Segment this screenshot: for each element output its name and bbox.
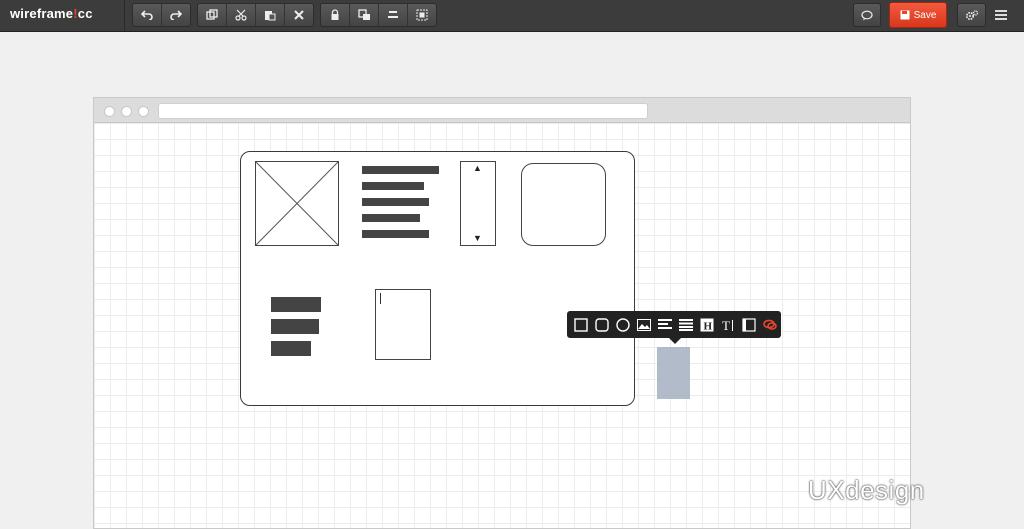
browser-window-icon [742, 317, 756, 332]
comments-button[interactable] [853, 3, 881, 27]
undo-icon [141, 10, 153, 20]
comment-bubble-stencil[interactable] [762, 317, 778, 333]
align-icon [388, 11, 398, 18]
duplicate-icon [206, 9, 218, 20]
browser-window-stencil[interactable] [741, 317, 757, 333]
paste-button[interactable] [256, 4, 285, 26]
watermark-text: UXdesign [808, 475, 925, 505]
rounded-rectangle-stencil[interactable] [594, 317, 610, 333]
settings-button[interactable] [957, 3, 986, 27]
heading-icon: H [700, 318, 714, 332]
comment-icon [861, 10, 873, 20]
save-label: Save [913, 9, 937, 21]
redo-icon [170, 10, 182, 20]
heading-stencil[interactable]: H [699, 317, 715, 333]
arrange-button[interactable] [350, 4, 379, 26]
text-icon: T [722, 318, 733, 332]
save-button[interactable]: Save [889, 2, 947, 28]
group-icon [416, 9, 428, 21]
text-area-element[interactable] [375, 289, 431, 360]
top-toolbar: wireframe!cc Save [0, 0, 1024, 32]
popup-pointer [669, 338, 681, 344]
redo-button[interactable] [162, 4, 190, 26]
cut-icon [235, 9, 247, 21]
rounded-rectangle-icon [595, 317, 609, 332]
arrange-button-group [320, 3, 437, 27]
svg-text:T: T [722, 318, 730, 332]
list-stencil[interactable] [678, 317, 694, 333]
image-placeholder-icon [255, 161, 339, 246]
window-dot-icon [138, 106, 149, 117]
gears-icon [965, 9, 978, 20]
text-stencil[interactable]: T [720, 317, 736, 333]
list-icon [679, 318, 693, 331]
history-button-group [132, 3, 191, 27]
duplicate-button[interactable] [198, 4, 227, 26]
cut-button[interactable] [227, 4, 256, 26]
lock-button[interactable] [321, 4, 350, 26]
circle-icon [616, 317, 630, 332]
delete-button[interactable] [285, 4, 313, 26]
address-bar[interactable] [158, 103, 648, 119]
scrollbar-element[interactable]: ▲ ▼ [460, 161, 496, 246]
window-dot-icon [104, 106, 115, 117]
circle-stencil[interactable] [615, 317, 631, 333]
text-lines-icon [658, 318, 672, 329]
align-button[interactable] [379, 4, 408, 26]
undo-button[interactable] [133, 4, 162, 26]
button-stack[interactable] [271, 297, 321, 363]
comment-bubble-icon [763, 319, 777, 330]
stencil-picker-popup: H T [567, 311, 781, 338]
image-icon [637, 318, 651, 331]
svg-text:H: H [704, 320, 713, 332]
browser-title-bar [94, 98, 910, 123]
rectangle-icon [574, 317, 588, 332]
rounded-rectangle[interactable] [521, 163, 606, 246]
image-placeholder[interactable] [255, 161, 339, 246]
floppy-icon [900, 10, 910, 20]
scroll-down-icon: ▼ [473, 233, 482, 243]
main-menu-button[interactable] [993, 6, 1009, 24]
image-stencil[interactable] [636, 317, 652, 333]
lock-icon [331, 9, 339, 20]
app-logo[interactable]: wireframe!cc [10, 6, 93, 21]
group-button[interactable] [408, 4, 436, 26]
delete-icon [294, 10, 304, 20]
paste-icon [265, 11, 276, 21]
text-caret [380, 293, 381, 304]
arrange-icon [357, 9, 370, 20]
window-dot-icon [121, 106, 132, 117]
edit-button-group [197, 3, 314, 27]
toolbar-divider [124, 0, 125, 31]
text-paragraph-block[interactable] [362, 166, 439, 246]
text-lines-stencil[interactable] [657, 317, 673, 333]
selection-rectangle[interactable] [657, 347, 690, 399]
scroll-up-icon: ▲ [473, 163, 482, 173]
rectangle-stencil[interactable] [573, 317, 589, 333]
hamburger-icon [995, 10, 1007, 20]
